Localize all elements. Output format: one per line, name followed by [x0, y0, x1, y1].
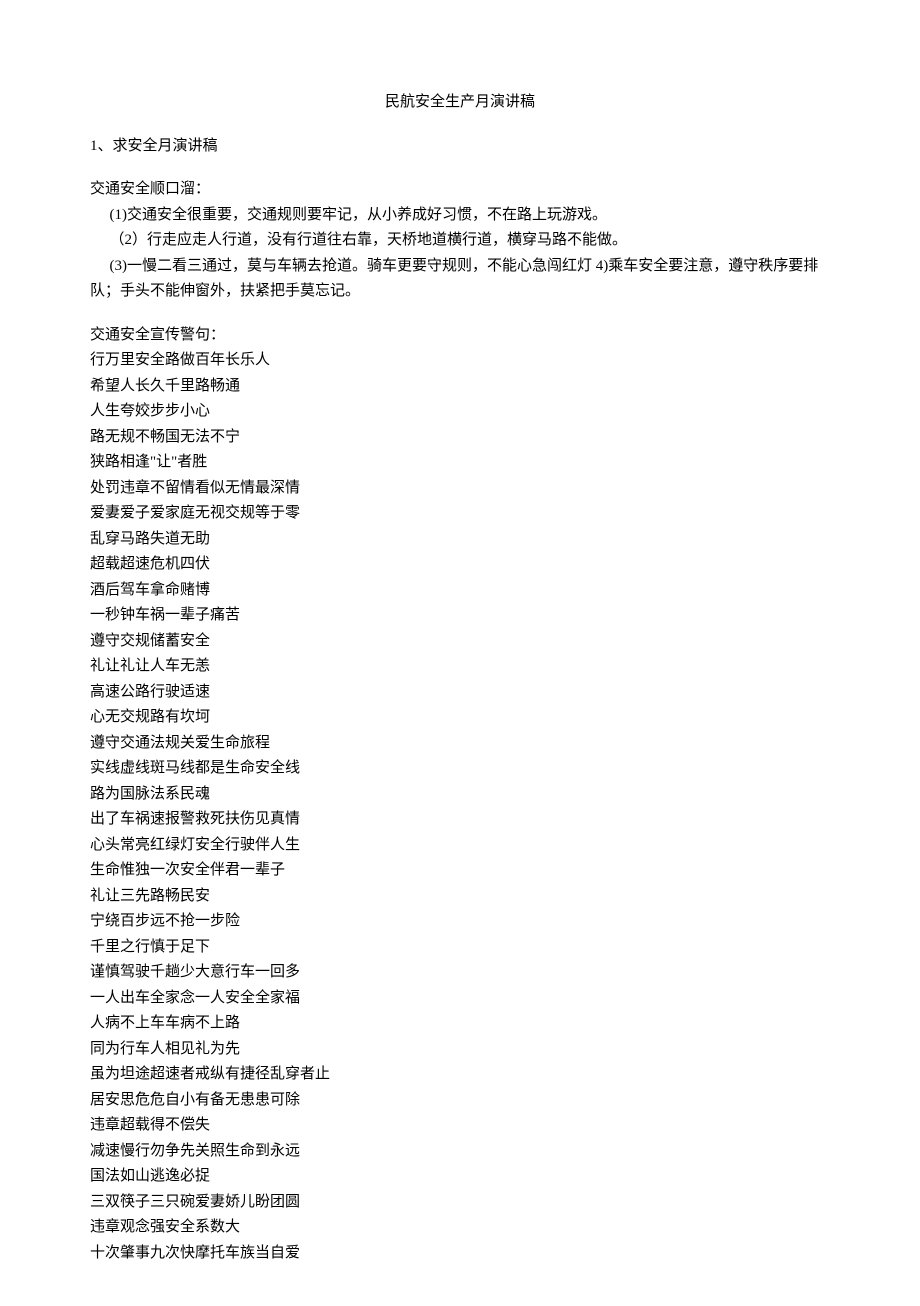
slogan-item: 人生夸姣步步小心	[90, 399, 830, 425]
slogan-item: 违章观念强安全系数大	[90, 1215, 830, 1241]
document-page: 民航安全生产月演讲稿 1、求安全月演讲稿 交通安全顺口溜： (1)交通安全很重要…	[0, 0, 920, 1306]
slogan-item: 心无交规路有坎坷	[90, 705, 830, 731]
slogan-item: 居安思危危自小有备无患患可除	[90, 1088, 830, 1114]
slogan-item: 酒后驾车拿命赌博	[90, 578, 830, 604]
slogan-item: 出了车祸速报警救死扶伤见真情	[90, 807, 830, 833]
jingle-line-3: (3)一慢二看三通过，莫与车辆去抢道。骑车更要守规则，不能心急闯红灯 4)乘车安…	[90, 254, 830, 305]
slogan-item: 同为行车人相见礼为先	[90, 1037, 830, 1063]
slogan-item: 虽为坦途超速者戒纵有捷径乱穿者止	[90, 1062, 830, 1088]
slogan-item: 一秒钟车祸一辈子痛苦	[90, 603, 830, 629]
slogan-item: 心头常亮红绿灯安全行驶伴人生	[90, 833, 830, 859]
slogan-item: 爱妻爱子爱家庭无视交规等于零	[90, 501, 830, 527]
jingle-line-2: （2）行走应走人行道，没有行道往右靠，天桥地道横行道，横穿马路不能做。	[90, 228, 830, 254]
slogan-item: 国法如山逃逸必捉	[90, 1164, 830, 1190]
slogan-item: 十次肇事九次快摩托车族当自爱	[90, 1241, 830, 1267]
slogan-item: 违章超载得不偿失	[90, 1113, 830, 1139]
slogan-item: 谨慎驾驶千趟少大意行车一回多	[90, 960, 830, 986]
slogan-intro: 交通安全宣传警句：	[90, 323, 830, 349]
slogan-item: 希望人长久千里路畅通	[90, 374, 830, 400]
slogan-item: 乱穿马路失道无助	[90, 527, 830, 553]
slogan-item: 减速慢行勿争先关照生命到永远	[90, 1139, 830, 1165]
slogan-item: 遵守交规储蓄安全	[90, 629, 830, 655]
slogan-item: 礼让三先路畅民安	[90, 884, 830, 910]
slogan-item: 生命惟独一次安全伴君一辈子	[90, 858, 830, 884]
slogan-item: 行万里安全路做百年长乐人	[90, 348, 830, 374]
slogan-item: 路无规不畅国无法不宁	[90, 425, 830, 451]
slogan-item: 三双筷子三只碗爱妻娇儿盼团圆	[90, 1190, 830, 1216]
slogan-item: 处罚违章不留情看似无情最深情	[90, 476, 830, 502]
slogan-item: 遵守交通法规关爱生命旅程	[90, 731, 830, 757]
slogan-item: 高速公路行驶适速	[90, 680, 830, 706]
slogan-item: 超载超速危机四伏	[90, 552, 830, 578]
slogan-item: 礼让礼让人车无恙	[90, 654, 830, 680]
slogan-item: 路为国脉法系民魂	[90, 782, 830, 808]
slogan-item: 实线虚线斑马线都是生命安全线	[90, 756, 830, 782]
section-1-heading: 1、求安全月演讲稿	[90, 134, 830, 160]
slogan-item: 狭路相逢"让"者胜	[90, 450, 830, 476]
jingle-line-1: (1)交通安全很重要，交通规则要牢记，从小养成好习惯，不在路上玩游戏。	[90, 203, 830, 229]
slogan-item: 一人出车全家念一人安全全家福	[90, 986, 830, 1012]
slogan-item: 宁绕百步远不抢一步险	[90, 909, 830, 935]
slogan-item: 人病不上车车病不上路	[90, 1011, 830, 1037]
slogan-item: 千里之行慎于足下	[90, 935, 830, 961]
page-title: 民航安全生产月演讲稿	[90, 90, 830, 116]
jingle-intro: 交通安全顺口溜：	[90, 177, 830, 203]
